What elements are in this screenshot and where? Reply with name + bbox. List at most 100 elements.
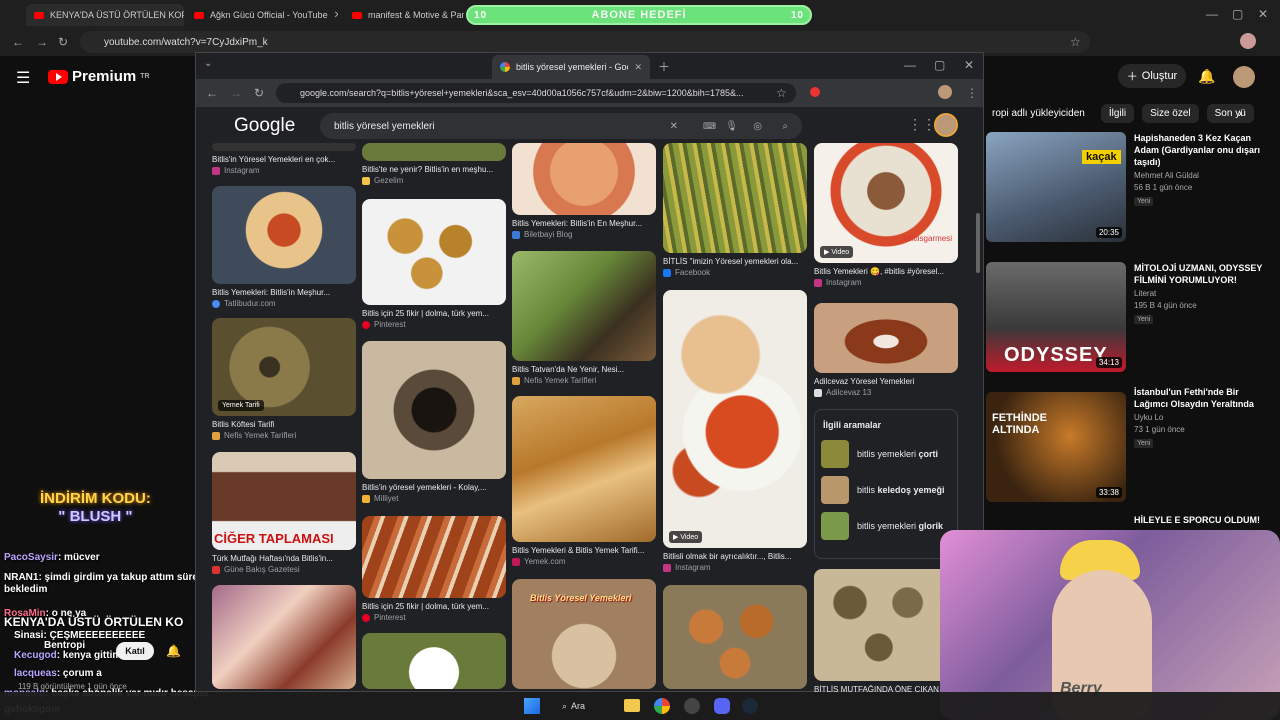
video-thumbnail[interactable]: ODYSSEY 34:13 xyxy=(986,262,1126,372)
tab-search-icon[interactable]: ⌄ xyxy=(204,58,212,69)
chip-recent[interactable]: Son yü xyxy=(1206,104,1254,123)
discord-icon[interactable] xyxy=(714,698,730,714)
video-meta[interactable]: HİLEYLE E SPORCU OLDUM! xyxy=(1134,514,1264,526)
app-icon[interactable] xyxy=(684,698,700,714)
related-item[interactable]: bitlis keledoş yemeği xyxy=(815,472,957,508)
related-item[interactable]: bitlis yemekleri glorik xyxy=(815,508,957,544)
taskbar-search[interactable]: ⌕ Ara xyxy=(562,696,608,716)
back-icon[interactable]: ← xyxy=(206,86,218,100)
bell-icon[interactable]: 🔔 xyxy=(166,644,181,658)
back-url-field[interactable]: youtube.com/watch?v=7CyJdxiPm_k xyxy=(80,31,1090,53)
site-icon xyxy=(362,176,370,185)
image-result[interactable] xyxy=(663,585,807,689)
forward-icon[interactable]: → xyxy=(36,35,48,49)
image-result[interactable]: Bitlis için 25 fikir | dolma, türk yem..… xyxy=(362,199,506,329)
video-meta[interactable]: Hapishaneden 3 Kez Kaçan Adam (Gardiyanl… xyxy=(1134,132,1264,206)
reload-icon[interactable]: ↻ xyxy=(58,35,68,49)
video-meta[interactable]: İstanbul'un Fethi'nde Bir Lağımcı Olsayd… xyxy=(1134,386,1264,448)
image-result[interactable]: #bitlisgarmesi ▶ Video Bitlis Yemekleri 😋,… xyxy=(814,143,958,287)
video-thumbnail[interactable]: kaçak 20:35 xyxy=(986,132,1126,242)
image-result[interactable]: ▶ Video Bitlisli olmak bir ayrıcalıktır..… xyxy=(663,290,807,572)
youtube-icon xyxy=(34,11,44,19)
image-result[interactable]: BİTLİS MUTFAĞINDA ÖNE ÇIKAN xyxy=(814,569,958,694)
menu-dots-icon[interactable]: ⋮ xyxy=(966,86,978,100)
file-explorer-icon[interactable] xyxy=(624,699,640,712)
reload-icon[interactable]: ↻ xyxy=(254,86,264,100)
result-source: Instagram xyxy=(663,563,807,572)
chip-uploader[interactable]: ropi adlı yükleyiciden xyxy=(984,104,1093,123)
chip-related[interactable]: İlgili xyxy=(1100,104,1135,123)
result-source: Milliyet xyxy=(362,494,506,503)
goal-left: 10 xyxy=(474,9,488,21)
related-item[interactable]: bitlis yemekleri çorti xyxy=(815,436,957,472)
avatar[interactable] xyxy=(1233,66,1255,88)
close-icon[interactable]: ✕ xyxy=(334,10,338,21)
close-window-icon[interactable]: ✕ xyxy=(1258,7,1268,21)
chip-for-you[interactable]: Size özel xyxy=(1142,104,1199,123)
result-source: Instagram xyxy=(814,278,958,287)
create-button[interactable]: ＋ Oluştur xyxy=(1118,64,1186,88)
windows-start-icon[interactable] xyxy=(524,698,540,714)
result-image xyxy=(362,633,506,689)
maximize-icon[interactable]: ▢ xyxy=(1232,7,1243,21)
avatar[interactable] xyxy=(934,113,958,137)
chrome-icon[interactable] xyxy=(654,698,670,714)
image-result[interactable]: Bitlis Yemekleri: Bitlis'in En Meşhur...… xyxy=(512,143,656,239)
video-thumbnail[interactable]: FETHİNDE ALTINDA 33:38 xyxy=(986,392,1126,502)
image-result[interactable] xyxy=(362,633,506,689)
image-result[interactable] xyxy=(212,585,356,689)
site-icon xyxy=(212,299,220,308)
tab-kenya[interactable]: KENYA'DA ÜSTÜ ÖRTÜLEN KOP✕ xyxy=(26,4,184,26)
menu-icon[interactable]: ☰ xyxy=(16,68,30,88)
new-tab-icon[interactable]: ＋ xyxy=(658,58,670,75)
clear-icon[interactable]: ✕ xyxy=(670,121,678,132)
image-result[interactable]: BİTLİS "imizin Yöresel yemekleri ola... F… xyxy=(663,143,807,277)
apps-grid-icon[interactable]: ⋮⋮ xyxy=(908,116,936,133)
source-name: Yemek.com xyxy=(524,557,566,566)
youtube-logo[interactable]: Premium TR xyxy=(48,68,150,85)
extension-icon[interactable] xyxy=(810,87,820,97)
tab-google-search[interactable]: bitlis yöresel yemekleri - Googl ✕ xyxy=(492,55,650,79)
close-icon[interactable]: ✕ xyxy=(634,62,642,73)
tab-agkn[interactable]: Ağkn Gücü Official - YouTube ✕ xyxy=(186,4,338,26)
search-icon[interactable]: ⌕ xyxy=(782,121,788,132)
image-result[interactable]: Bitlis Yöresel Yemekleri xyxy=(512,579,656,689)
minimize-icon[interactable]: — xyxy=(1206,7,1218,21)
google-logo[interactable]: Google xyxy=(234,115,295,137)
steam-icon[interactable] xyxy=(742,698,758,714)
profile-avatar[interactable] xyxy=(938,85,952,99)
video-meta[interactable]: MİTOLOJİ UZMANI, ODYSSEY FİLMİNİ YORUMLU… xyxy=(1134,262,1264,324)
mic-icon[interactable]: 🎙 xyxy=(725,121,738,132)
bell-icon[interactable]: 🔔 xyxy=(1198,68,1215,85)
join-button[interactable]: Katıl xyxy=(116,642,154,660)
chevron-right-icon[interactable]: › xyxy=(1238,106,1242,120)
image-result[interactable]: Bitlis'in Yöresel Yemekleri en çok... Ins… xyxy=(212,143,356,175)
close-window-icon[interactable]: ✕ xyxy=(964,58,974,72)
image-result[interactable]: Bitlis Tatvan'da Ne Yenir, Nesi... Nefis … xyxy=(512,251,656,385)
result-source: Pinterest xyxy=(362,320,506,329)
scrollbar[interactable] xyxy=(976,213,980,273)
star-icon[interactable]: ☆ xyxy=(776,86,787,100)
image-result[interactable]: Adilcevaz Yöresel Yemekleri Adilcevaz 13 xyxy=(814,303,958,397)
image-result[interactable]: Bitlis Yemekleri: Bitlis'in Meşhur... Tat… xyxy=(212,186,356,308)
youtube-play-icon xyxy=(48,69,68,84)
forward-icon[interactable]: → xyxy=(230,86,242,100)
profile-avatar[interactable] xyxy=(1240,33,1256,49)
image-result[interactable]: CİĞER TAPLAMASI Türk Mutfağı Haftası'nda … xyxy=(212,452,356,574)
image-result[interactable]: Bitlis'te ne yenir? Bitlis'in en meşhu..… xyxy=(362,143,506,185)
image-result[interactable]: Bitlis'in yöresel yemekleri - Kolay,... M… xyxy=(362,341,506,503)
back-icon[interactable]: ← xyxy=(12,35,24,49)
url-field[interactable]: google.com/search?q=bitlis+yöresel+yemek… xyxy=(276,83,796,103)
related-thumb xyxy=(821,476,849,504)
keyboard-icon[interactable]: ⌨ xyxy=(703,121,716,132)
search-input[interactable]: bitlis yöresel yemekleri ✕ ⌨ 🎙 ◎ ⌕ xyxy=(320,113,802,139)
lens-icon[interactable]: ◎ xyxy=(753,121,762,132)
new-badge: Yeni xyxy=(1134,439,1154,448)
image-result[interactable]: Bitlis için 25 fikir | dolma, türk yem..… xyxy=(362,516,506,622)
star-icon[interactable]: ☆ xyxy=(1070,35,1081,49)
minimize-icon[interactable]: — xyxy=(904,58,916,72)
maximize-icon[interactable]: ▢ xyxy=(934,58,945,72)
image-result[interactable]: Yemek Tarifi Bitlis Köftesi Tarifi Nefis Y… xyxy=(212,318,356,440)
image-result[interactable]: Bitlis Yemekleri & Bitlis Yemek Tarifi..… xyxy=(512,396,656,566)
tab-manifest[interactable]: manifest & Motive & Pango xyxy=(344,4,464,26)
